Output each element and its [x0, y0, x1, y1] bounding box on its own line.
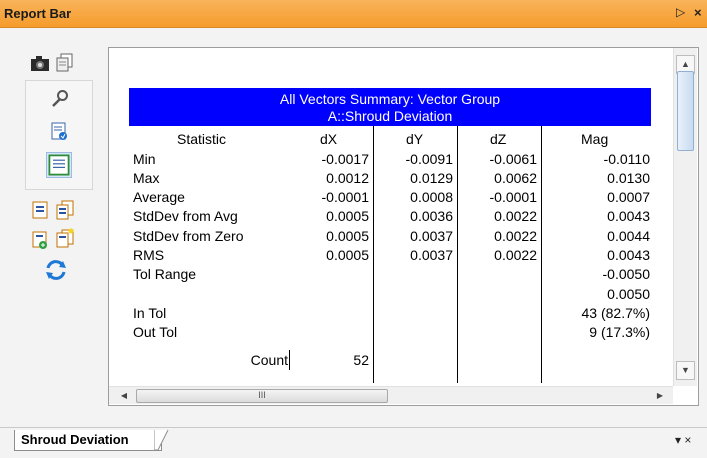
dy-value: 0.0129 [410, 170, 453, 186]
dx-value: 0.0012 [326, 170, 369, 186]
column-divider [373, 126, 374, 383]
dz-value: -0.0061 [489, 151, 537, 167]
count-value: 52 [353, 352, 369, 368]
dy-value: 0.0036 [410, 208, 453, 224]
dz-value: -0.0001 [489, 189, 537, 205]
pin-icon[interactable]: ▷ [676, 5, 685, 19]
dy-value: 0.0037 [410, 228, 453, 244]
report-bar-titlebar: Report Bar ▷ × [0, 0, 707, 28]
dz-value: 0.0022 [494, 247, 537, 263]
dy-value: 0.0037 [410, 247, 453, 263]
dz-value: 0.0062 [494, 170, 537, 186]
tab-controls-icon[interactable]: ▾ × [675, 433, 691, 447]
dy-value: -0.0091 [405, 151, 453, 167]
mag-value: -0.0110 [603, 151, 650, 167]
copy-icon[interactable] [55, 52, 75, 72]
report-header-subtitle: A::Shroud Deviation [327, 108, 453, 124]
refresh-icon[interactable] [44, 258, 68, 282]
column-header-mag: Mag [581, 131, 609, 147]
mag-value: 0.0130 [607, 170, 650, 186]
dz-value: 0.0022 [494, 228, 537, 244]
mag-value: 0.0043 [607, 208, 650, 224]
in-tol-value: 43 (82.7%) [581, 305, 650, 321]
new-pages-icon[interactable] [55, 228, 75, 248]
horizontal-scroll-thumb[interactable]: III [136, 389, 388, 403]
report-layout-icon[interactable] [46, 152, 72, 178]
dx-value: -0.0001 [321, 189, 369, 205]
dy-value: 0.0008 [410, 189, 453, 205]
dx-value: -0.0017 [321, 151, 369, 167]
count-label: Count [250, 352, 288, 368]
row-label: Min [133, 151, 156, 167]
report-template-icon[interactable] [49, 121, 69, 141]
row-label: Max [133, 170, 160, 186]
column-header-dx: dX [320, 131, 338, 147]
tol-range-low-value: -0.0050 [602, 266, 650, 282]
window-title: Report Bar [4, 6, 72, 21]
mag-value: 0.0044 [607, 228, 650, 244]
tab-edge [154, 430, 169, 451]
scroll-down-button[interactable]: ▼ [676, 361, 695, 380]
dx-value: 0.0005 [326, 228, 369, 244]
row-label: Average [133, 189, 185, 205]
row-label: RMS [133, 247, 165, 263]
dz-value: 0.0022 [494, 208, 537, 224]
multi-page-icon[interactable] [55, 200, 75, 220]
mag-value: 0.0043 [607, 247, 650, 263]
column-divider [541, 126, 542, 383]
in-tol-label: In Tol [133, 305, 167, 321]
column-header-statistic: Statistic [177, 131, 227, 147]
out-tol-label: Out Tol [133, 324, 178, 340]
tol-range-high-value: 0.0050 [607, 286, 650, 302]
scroll-left-button[interactable]: ◀ [117, 389, 131, 402]
column-divider [457, 126, 458, 383]
column-header-dy: dY [406, 131, 424, 147]
mag-value: 0.0007 [607, 189, 650, 205]
row-label: StdDev from Zero [133, 228, 244, 244]
vertical-scroll-thumb[interactable] [677, 71, 694, 151]
out-tol-value: 9 (17.3%) [589, 324, 650, 340]
single-page-icon[interactable] [30, 200, 50, 220]
scroll-right-button[interactable]: ▶ [653, 389, 667, 402]
camera-icon[interactable] [30, 53, 50, 73]
vertical-scrollbar[interactable]: ▲ ▼ [673, 48, 697, 386]
report-header-title: All Vectors Summary: Vector Group [279, 91, 501, 107]
report-header: All Vectors Summary: Vector Group A::Shr… [129, 88, 651, 126]
count-divider [289, 350, 290, 370]
add-page-icon[interactable] [30, 230, 50, 250]
wrench-icon[interactable] [49, 89, 69, 109]
column-header-dz: dZ [490, 131, 507, 147]
tol-range-label: Tol Range [133, 266, 197, 282]
tab-shroud-deviation[interactable]: Shroud Deviation [14, 430, 162, 451]
row-label: StdDev from Avg [133, 208, 238, 224]
horizontal-scrollbar[interactable]: ◀ III ▶ [109, 386, 673, 404]
dx-value: 0.0005 [326, 208, 369, 224]
close-icon[interactable]: × [694, 5, 702, 20]
dx-value: 0.0005 [326, 247, 369, 263]
